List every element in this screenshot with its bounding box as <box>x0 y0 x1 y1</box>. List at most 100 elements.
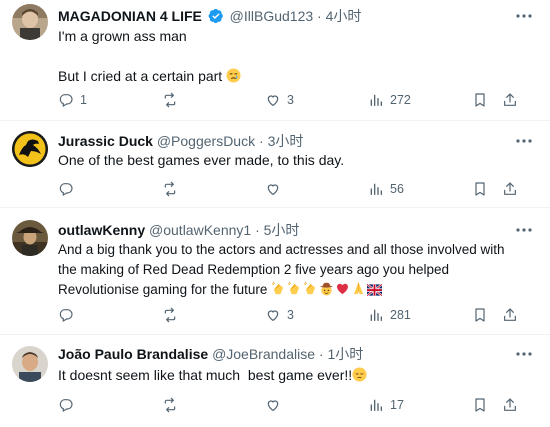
display-name[interactable]: MAGADONIAN 4 LIFE <box>58 8 202 24</box>
like-button[interactable]: 3 <box>265 90 294 110</box>
views-icon <box>370 399 382 411</box>
pensive-face-emoji-icon <box>352 367 367 382</box>
display-name[interactable]: Jurassic Duck <box>58 133 153 149</box>
crying-face-emoji-icon <box>226 68 241 83</box>
bookmark-button[interactable] <box>472 90 488 110</box>
views-button[interactable]: 56 <box>368 179 404 199</box>
view-count: 281 <box>390 308 411 322</box>
more-options-icon[interactable] <box>514 220 534 240</box>
heart-icon <box>267 310 279 322</box>
share-button[interactable] <box>502 179 518 199</box>
timestamp[interactable]: 5小时 <box>264 222 300 238</box>
tweet-line-text: It doesnt seem like that much best game … <box>58 367 353 383</box>
view-count: 56 <box>390 182 404 196</box>
tweet-reply[interactable]: Jurassic Duck @PoggersDuck · 3小时 One of … <box>0 121 550 208</box>
heart-icon <box>267 400 279 412</box>
bookmark-icon <box>475 182 485 196</box>
handle[interactable]: @PoggersDuck <box>157 133 255 149</box>
share-button[interactable] <box>502 305 518 325</box>
repost-icon <box>164 397 176 413</box>
tweet-line: And a big thank you to the actors and ac… <box>58 242 505 257</box>
reply-icon <box>59 399 73 413</box>
timestamp[interactable]: 1小时 <box>327 346 363 362</box>
share-icon <box>504 308 516 321</box>
bookmark-icon <box>475 398 485 412</box>
reply-icon <box>59 309 73 323</box>
separator: · <box>317 8 322 24</box>
share-icon <box>504 93 516 106</box>
tweet-text: And a big thank you to the actors and ac… <box>58 240 528 300</box>
like-button[interactable]: 3 <box>265 305 294 325</box>
tweet-text: I'm a grown ass man But I cried at a cer… <box>58 26 528 86</box>
views-button[interactable]: 17 <box>368 395 404 415</box>
tweet-line: Revolutionise gaming for the future <box>58 280 528 300</box>
avatar[interactable] <box>12 131 48 167</box>
repost-button[interactable] <box>162 90 184 110</box>
uk-flag-emoji-icon <box>366 282 383 297</box>
repost-icon <box>164 307 176 323</box>
reply-count: 1 <box>80 93 87 107</box>
heart-icon <box>267 184 279 196</box>
tweet-reply[interactable]: João Paulo Brandalise @JoeBrandalise · 1… <box>0 335 550 427</box>
cowboy-face-emoji-icon <box>319 281 334 296</box>
repost-button[interactable] <box>162 305 184 325</box>
reply-button[interactable] <box>58 179 80 199</box>
tweet-header: outlawKenny @outlawKenny1 · 5小时 <box>58 220 299 240</box>
like-button[interactable] <box>265 179 287 199</box>
clapping-hands-emoji-icon <box>271 281 286 296</box>
tweet-actions: 17 <box>50 395 540 415</box>
reply-button[interactable] <box>58 305 80 325</box>
display-name[interactable]: João Paulo Brandalise <box>58 346 208 362</box>
share-icon <box>504 398 516 411</box>
reply-button[interactable]: 1 <box>58 90 87 110</box>
reply-button[interactable] <box>58 395 80 415</box>
tweet-actions: 3 281 <box>50 305 540 325</box>
reply-icon <box>59 183 73 197</box>
timestamp[interactable]: 3小时 <box>268 133 304 149</box>
tweet-line: the making of Red Dead Redemption 2 five… <box>58 262 449 277</box>
bookmark-button[interactable] <box>472 179 488 199</box>
tweet-actions: 1 3 272 <box>50 90 540 110</box>
display-name[interactable]: outlawKenny <box>58 222 145 238</box>
like-button[interactable] <box>265 395 287 415</box>
tweet-actions: 56 <box>50 179 540 199</box>
tweet-line: One of the best games ever made, to this… <box>58 152 345 168</box>
views-button[interactable]: 272 <box>368 90 411 110</box>
repost-icon <box>164 92 176 108</box>
bookmark-button[interactable] <box>472 395 488 415</box>
separator: · <box>318 346 324 362</box>
view-count: 17 <box>390 398 404 412</box>
more-options-icon[interactable] <box>514 6 534 26</box>
reply-icon <box>59 94 73 108</box>
tweet-line: But I cried at a certain part <box>58 66 528 86</box>
tweet-reply[interactable]: MAGADONIAN 4 LIFE @IllBGud123 · 4小时 I'm … <box>0 0 550 121</box>
like-count: 3 <box>287 308 294 322</box>
tweet-text: It doesnt seem like that much best game … <box>58 365 528 385</box>
bookmark-icon <box>475 93 485 107</box>
tweet-line-text: Revolutionise gaming for the future <box>58 282 268 297</box>
tweet-reply[interactable]: outlawKenny @outlawKenny1 · 5小时 And a bi… <box>0 208 550 335</box>
avatar[interactable] <box>12 346 48 382</box>
share-button[interactable] <box>502 90 518 110</box>
separator: · <box>255 222 260 238</box>
share-button[interactable] <box>502 395 518 415</box>
handle[interactable]: @outlawKenny1 <box>149 222 251 238</box>
handle[interactable]: @IllBGud123 <box>230 8 313 24</box>
more-options-icon[interactable] <box>514 344 534 364</box>
repost-button[interactable] <box>162 179 184 199</box>
folded-hands-emoji-icon <box>351 281 366 296</box>
handle[interactable]: @JoeBrandalise <box>212 346 315 362</box>
tweet-line: It doesnt seem like that much best game … <box>58 365 528 385</box>
repost-button[interactable] <box>162 395 184 415</box>
more-options-icon[interactable] <box>514 131 534 151</box>
avatar[interactable] <box>12 4 48 40</box>
red-heart-emoji-icon <box>335 281 350 296</box>
avatar[interactable] <box>12 220 48 256</box>
tweet-header: João Paulo Brandalise @JoeBrandalise · 1… <box>58 344 363 364</box>
bookmark-icon <box>475 308 485 322</box>
bookmark-button[interactable] <box>472 305 488 325</box>
repost-icon <box>164 181 176 197</box>
timestamp[interactable]: 4小时 <box>326 8 362 24</box>
views-button[interactable]: 281 <box>368 305 411 325</box>
